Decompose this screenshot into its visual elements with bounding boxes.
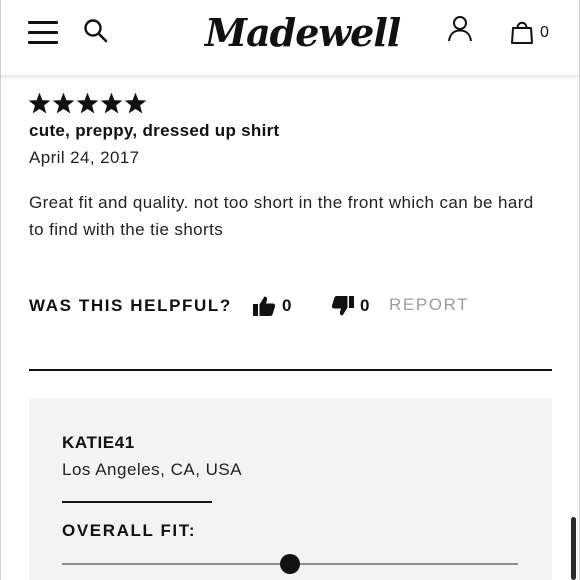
star-icon <box>125 93 146 114</box>
scrollbar-thumb[interactable] <box>571 517 576 580</box>
report-link[interactable]: REPORT <box>389 295 469 315</box>
account-icon[interactable] <box>447 15 473 43</box>
star-rating <box>29 93 146 115</box>
thumbs-down-icon[interactable] <box>331 295 355 317</box>
review-date: April 24, 2017 <box>29 148 140 167</box>
reviewer-name: KATIE41 <box>62 433 135 452</box>
review-title: cute, preppy, dressed up shirt <box>29 121 280 140</box>
reviewer-location: Los Angeles, CA, USA <box>62 460 243 479</box>
thumbs-up-icon[interactable] <box>252 295 276 317</box>
star-icon <box>101 93 122 114</box>
bag-count: 0 <box>540 24 549 41</box>
page-border <box>0 75 1 580</box>
hamburger-menu-icon[interactable] <box>28 20 58 44</box>
star-icon <box>77 93 98 114</box>
card-divider <box>62 501 212 503</box>
star-icon <box>53 93 74 114</box>
search-icon[interactable] <box>83 18 109 44</box>
helpful-label: WAS THIS HELPFUL? <box>29 296 232 315</box>
section-divider <box>29 369 552 371</box>
madewell-logo[interactable]: Madewell <box>205 8 401 58</box>
shopping-bag-icon[interactable] <box>510 19 534 45</box>
helpful-up-count: 0 <box>282 296 292 315</box>
overall-fit-label: OVERALL FIT: <box>62 521 197 540</box>
reviewer-card <box>29 399 552 580</box>
star-icon <box>29 93 50 114</box>
review-body: Great fit and quality. not too short in … <box>29 193 534 239</box>
helpful-down-count: 0 <box>360 296 370 315</box>
overall-fit-indicator[interactable] <box>280 554 300 574</box>
site-header: Madewell 0 <box>0 0 580 75</box>
